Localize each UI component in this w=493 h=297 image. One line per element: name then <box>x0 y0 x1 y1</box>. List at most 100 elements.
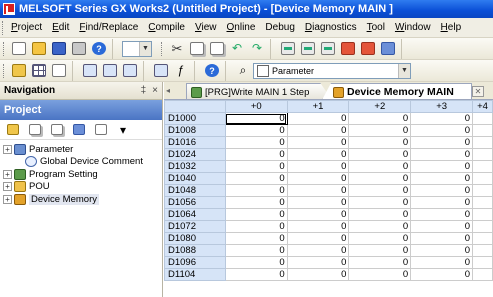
memory-cell[interactable]: 0 <box>286 112 350 125</box>
close-tab-icon[interactable]: ✕ <box>472 86 484 97</box>
toolbar-grip[interactable] <box>3 41 6 56</box>
function-dropdown-button[interactable]: ƒ <box>172 62 190 80</box>
memory-cell[interactable]: 0 <box>348 112 412 125</box>
memory-cell[interactable]: 0 <box>224 220 288 233</box>
nav-property-button[interactable] <box>70 121 88 139</box>
memory-cell[interactable]: 0 <box>348 220 412 233</box>
memory-cell[interactable] <box>472 184 493 197</box>
nav-options-button[interactable]: ▾ <box>114 121 132 139</box>
tree-item[interactable]: + Program Setting <box>0 168 162 180</box>
parameter-combo[interactable]: Parameter ▼ <box>253 62 411 79</box>
title-bar[interactable]: MELSOFT Series GX Works2 (Untitled Proje… <box>0 0 493 18</box>
paste-button[interactable] <box>208 40 226 58</box>
memory-cell[interactable]: 0 <box>224 112 288 125</box>
memory-cell[interactable]: 0 <box>410 136 473 149</box>
memory-cell[interactable]: 0 <box>224 160 288 173</box>
memory-cell[interactable]: 0 <box>348 232 412 245</box>
memory-cell[interactable]: 0 <box>410 244 473 257</box>
memory-cell[interactable]: 0 <box>286 208 350 221</box>
memory-cell[interactable]: 0 <box>224 148 288 161</box>
memory-cell[interactable]: 0 <box>348 136 412 149</box>
find-button[interactable]: ⌕ <box>234 62 252 80</box>
project-view-button[interactable] <box>4 121 22 139</box>
device-test-button[interactable] <box>121 62 139 80</box>
memory-cell[interactable]: 0 <box>224 136 288 149</box>
memory-cell[interactable]: 0 <box>286 268 350 281</box>
memory-cell[interactable]: 0 <box>348 256 412 269</box>
menu-window[interactable]: Window <box>395 22 431 33</box>
memory-cell[interactable]: 0 <box>348 196 412 209</box>
tree-item[interactable]: + Parameter <box>0 143 162 155</box>
device-dropdown-button[interactable] <box>152 62 170 80</box>
memory-cell[interactable]: 0 <box>286 124 350 137</box>
navigation-toggle-button[interactable] <box>10 62 28 80</box>
memory-cell[interactable] <box>472 256 493 269</box>
memory-cell[interactable]: 0 <box>410 220 473 233</box>
memory-cell[interactable]: 0 <box>410 124 473 137</box>
tree-item[interactable]: Global Device Comment <box>0 156 162 168</box>
help-button[interactable]: ? <box>90 40 108 58</box>
new-project-button[interactable] <box>10 40 28 58</box>
memory-cell[interactable] <box>472 232 493 245</box>
memory-cell[interactable] <box>472 160 493 173</box>
memory-cell[interactable]: 0 <box>348 184 412 197</box>
menu-view[interactable]: View <box>195 22 217 33</box>
memory-cell[interactable]: 0 <box>410 208 473 221</box>
toolbar-combo[interactable]: ▼ <box>122 40 152 57</box>
monitor-button[interactable] <box>379 40 397 58</box>
memory-cell[interactable]: 0 <box>224 196 288 209</box>
menu-online[interactable]: Online <box>227 22 256 33</box>
element-selection-button[interactable] <box>30 62 48 80</box>
nav-paste-button[interactable] <box>48 121 66 139</box>
open-project-button[interactable] <box>30 40 48 58</box>
memory-cell[interactable]: 0 <box>410 148 473 161</box>
memory-cell[interactable]: 0 <box>410 196 473 209</box>
tree-item[interactable]: + Device Memory <box>0 193 162 205</box>
memory-cell[interactable]: 0 <box>224 232 288 245</box>
memory-cell[interactable]: 0 <box>286 172 350 185</box>
memory-cell[interactable]: 0 <box>348 148 412 161</box>
memory-cell[interactable]: 0 <box>224 256 288 269</box>
memory-cell[interactable]: 0 <box>348 160 412 173</box>
memory-cell[interactable]: 0 <box>410 184 473 197</box>
nav-copy-button[interactable] <box>26 121 44 139</box>
pin-icon[interactable]: ‡ <box>141 85 147 96</box>
menu-grip[interactable] <box>2 20 8 35</box>
expand-icon[interactable]: + <box>3 182 12 191</box>
ladder-tool-2-button[interactable] <box>299 40 317 58</box>
ladder-tool-3-button[interactable] <box>319 40 337 58</box>
cut-button[interactable]: ✂ <box>168 40 186 58</box>
undo-button[interactable]: ↶ <box>228 40 246 58</box>
memory-cell[interactable] <box>472 268 493 281</box>
menu-help[interactable]: Help <box>441 22 462 33</box>
memory-cell[interactable]: 0 <box>410 160 473 173</box>
memory-cell[interactable]: 0 <box>348 124 412 137</box>
memory-cell[interactable]: 0 <box>286 136 350 149</box>
read-from-plc-button[interactable] <box>359 40 377 58</box>
menu-edit[interactable]: Edit <box>52 22 69 33</box>
tab-write-main[interactable]: [PRG]Write MAIN 1 Step <box>186 83 332 99</box>
help-search-button[interactable]: ? <box>203 62 221 80</box>
memory-cell[interactable] <box>472 244 493 257</box>
memory-cell[interactable] <box>472 136 493 149</box>
menu-project[interactable]: Project <box>11 22 42 33</box>
memory-cell[interactable]: 0 <box>410 256 473 269</box>
copy-button[interactable] <box>188 40 206 58</box>
memory-cell[interactable]: 0 <box>410 112 473 125</box>
memory-cell[interactable]: 0 <box>224 244 288 257</box>
memory-cell[interactable]: 0 <box>286 148 350 161</box>
memory-cell[interactable]: 0 <box>286 256 350 269</box>
memory-cell[interactable]: 0 <box>224 208 288 221</box>
save-button[interactable] <box>50 40 68 58</box>
expand-icon[interactable]: + <box>3 194 12 204</box>
memory-cell[interactable]: 0 <box>348 172 412 185</box>
tab-device-memory-main[interactable]: Device Memory MAIN <box>322 83 472 99</box>
memory-cell[interactable] <box>472 196 493 209</box>
menu-tool[interactable]: Tool <box>367 22 385 33</box>
redo-button[interactable]: ↷ <box>248 40 266 58</box>
memory-cell[interactable]: 0 <box>286 184 350 197</box>
memory-cell[interactable]: 0 <box>286 220 350 233</box>
memory-cell[interactable]: 0 <box>224 124 288 137</box>
memory-cell[interactable]: 0 <box>348 244 412 257</box>
print-button[interactable] <box>70 40 88 58</box>
